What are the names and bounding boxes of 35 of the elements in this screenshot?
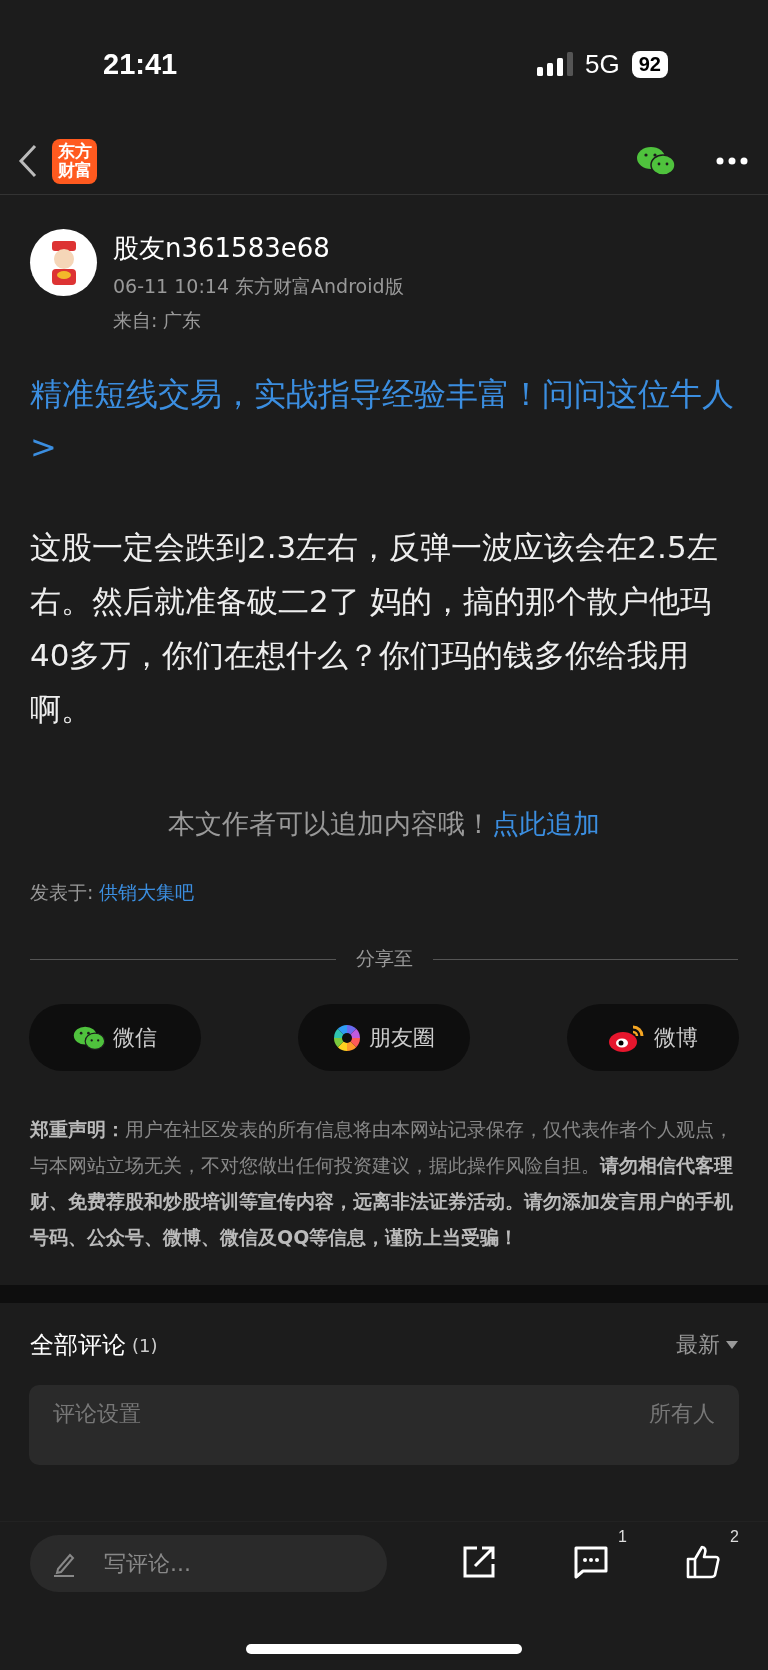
post-body: 这股一定会跌到2.3左右，反弹一波应该会在2.5左右。然后就准备破二2了 妈的，搞的那个散户他玛40多万，你们在想什么？你们玛的钱多你给我用啊。 bbox=[29, 528, 719, 729]
promo-link[interactable]: 精准短线交易，实战指导经验丰富！问问这位牛人> bbox=[0, 334, 768, 474]
comment-icon bbox=[573, 1544, 609, 1580]
share-button[interactable]: 朋友圈 bbox=[298, 1004, 470, 1071]
wechat-icon bbox=[72, 1024, 106, 1051]
post-meta: 06-11 10:14 东方财富Android版 bbox=[113, 274, 404, 299]
like-count: 2 bbox=[730, 1527, 739, 1546]
thumbs-up-icon bbox=[685, 1544, 721, 1580]
share-button[interactable]: 微博 bbox=[567, 1004, 739, 1071]
posted-in-label: 发表于: bbox=[30, 880, 94, 905]
append-link[interactable]: 点此追加 bbox=[492, 806, 600, 842]
wechat-icon bbox=[636, 145, 676, 177]
signal-icon bbox=[537, 52, 574, 76]
share-icon bbox=[461, 1544, 497, 1580]
comment-count: 1 bbox=[618, 1527, 627, 1546]
comments-count: (1) bbox=[132, 1334, 158, 1356]
author-name[interactable]: 股友n361583e68 bbox=[113, 231, 404, 266]
app-logo: 东方财富 bbox=[52, 138, 97, 184]
pencil-icon bbox=[54, 1551, 76, 1577]
forum-link[interactable]: 供销大集吧 bbox=[99, 880, 195, 906]
status-time: 21:41 bbox=[103, 47, 179, 81]
share-button[interactable]: 微信 bbox=[29, 1004, 201, 1071]
caret-icon bbox=[726, 1341, 738, 1349]
disclaimer-text: 郑重声明：用户在社区发表的所有信息将由本网站记录保存，仅代表作者个人观点，与本网站立场无关，不对您做出任何投资建议，据此操作风险自担。请勿相信代客理财、免费荐股和炒股培训等宣传内容，远离非法证券活动。请勿添加发言用户的手机号码、公众号、微博、微信及QQ等信息，谨防上当受骗！ bbox=[29, 1117, 734, 1250]
battery-indicator: 92 bbox=[631, 50, 668, 78]
share-title: 分享至 bbox=[355, 946, 413, 971]
network-label: 5G bbox=[585, 48, 620, 80]
aperture-icon bbox=[333, 1023, 361, 1052]
sort-dropdown[interactable]: 最新 bbox=[676, 1330, 738, 1360]
back-icon[interactable] bbox=[18, 144, 38, 178]
comment-input[interactable]: 写评论... bbox=[30, 1535, 387, 1592]
append-note: 本文作者可以追加内容哦！ bbox=[168, 807, 492, 841]
post-location: 来自: 广东 bbox=[113, 308, 203, 333]
more-icon[interactable] bbox=[716, 157, 748, 165]
comments-title: 全部评论 bbox=[30, 1330, 126, 1361]
